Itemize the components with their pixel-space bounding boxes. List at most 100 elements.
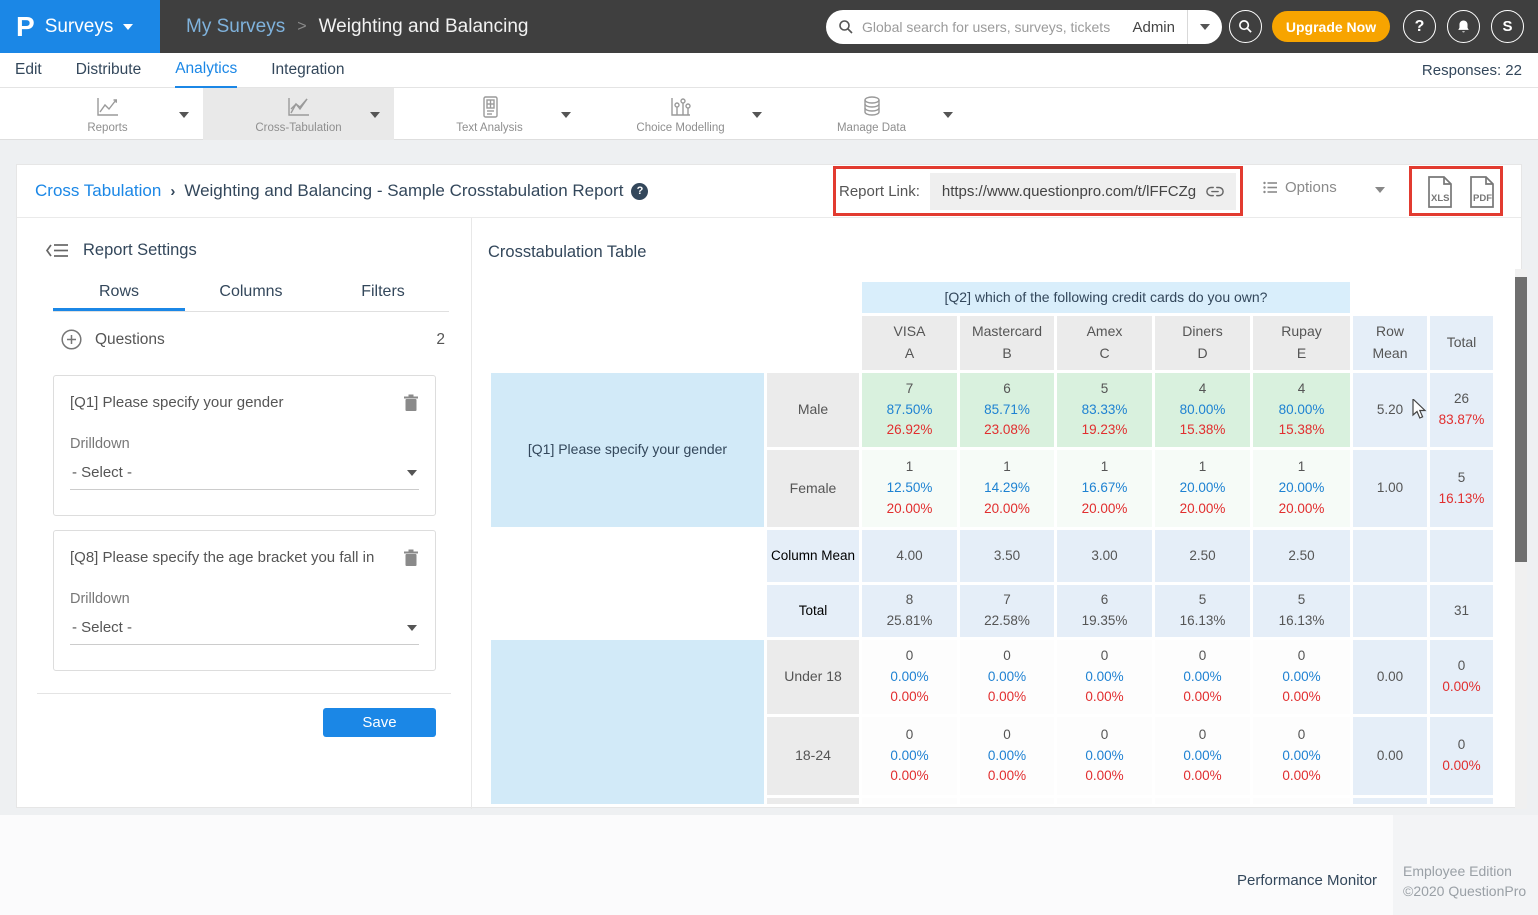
column-header-amex: AmexC — [1057, 316, 1152, 370]
report-link-url[interactable]: https://www.questionpro.com/t/lFFCZg — [942, 183, 1196, 200]
cell-line: 80.00% — [1180, 400, 1226, 421]
data-cell: 116.67%20.00% — [1057, 450, 1152, 527]
options-menu[interactable]: Options — [1263, 179, 1337, 196]
cell-line: E — [1297, 343, 1306, 365]
cell-line: 0.00% — [988, 746, 1026, 767]
breadcrumb-my-surveys[interactable]: My Surveys — [186, 16, 285, 38]
cell-line: 4 — [1199, 379, 1207, 400]
search-placeholder[interactable]: Global search for users, surveys, ticket… — [862, 19, 1120, 35]
data-cell: 787.50%26.92% — [862, 373, 957, 447]
collapse-panel-icon[interactable] — [45, 242, 69, 259]
chevron-down-icon[interactable] — [1375, 187, 1385, 193]
report-settings-title: Report Settings — [83, 241, 197, 260]
cell-line: 3.50 — [994, 546, 1020, 567]
product-switcher[interactable]: P Surveys — [0, 0, 160, 53]
data-cell: 3.50 — [960, 530, 1054, 582]
cell-line: 7 — [906, 379, 914, 400]
toolbar-label: Manage Data — [837, 122, 906, 134]
cell-line: 0.00% — [988, 687, 1026, 708]
search-icon — [1238, 19, 1253, 34]
chevron-down-icon[interactable] — [943, 112, 953, 118]
cell-line: 19.23% — [1082, 420, 1128, 441]
cell-line: 0 — [1003, 725, 1011, 746]
cell-line: 6 — [1101, 590, 1109, 611]
column-header-rupay: RupayE — [1253, 316, 1350, 370]
cell-line: 83.33% — [1082, 400, 1128, 421]
data-cell: 2.50 — [1155, 530, 1250, 582]
breadcrumb-separator: > — [297, 18, 306, 36]
tab-columns[interactable]: Columns — [185, 281, 317, 311]
total-cell: 2683.87% — [1430, 373, 1493, 447]
row-label: Female — [767, 450, 859, 527]
trash-icon[interactable] — [403, 394, 419, 412]
toolbar-label: Choice Modelling — [636, 122, 724, 134]
export-pdf-button[interactable]: PDF — [1467, 176, 1497, 208]
cell-line: 0.00% — [890, 746, 928, 767]
nav-integration[interactable]: Integration — [271, 54, 344, 87]
cell-line: 16.13% — [1439, 489, 1485, 510]
data-cell: 00.00%0.00% — [1155, 717, 1250, 795]
cell-line: A — [905, 343, 914, 365]
cell-line: 0.00% — [1282, 687, 1320, 708]
data-cell: 00.00%0.00% — [960, 717, 1054, 795]
data-cell: 2.50 — [1253, 530, 1350, 582]
toolbar-reports[interactable]: Reports — [12, 88, 203, 140]
report-settings-header: Report Settings — [45, 241, 197, 260]
tab-filters[interactable]: Filters — [317, 281, 449, 311]
data-cell: 685.71%23.08% — [960, 373, 1054, 447]
upgrade-now-button[interactable]: Upgrade Now — [1272, 11, 1390, 42]
cross-tabulation-breadcrumb-link[interactable]: Cross Tabulation — [35, 181, 161, 201]
breadcrumb-current-survey: Weighting and Balancing — [319, 16, 529, 38]
cell-line: Mean — [1372, 343, 1407, 365]
cell-line: 23.08% — [984, 420, 1030, 441]
help-icon[interactable]: ? — [631, 183, 648, 200]
report-link-field[interactable]: https://www.questionpro.com/t/lFFCZg — [930, 173, 1236, 210]
row-label-cutoff — [767, 798, 859, 804]
edition-panel: Employee Edition ©2020 QuestionPro — [1393, 815, 1538, 915]
add-question-icon[interactable] — [61, 329, 82, 350]
chevron-down-icon[interactable] — [561, 112, 571, 118]
vertical-scrollbar-track[interactable] — [1515, 269, 1527, 809]
global-search[interactable]: Global search for users, surveys, ticket… — [826, 10, 1222, 44]
trash-icon[interactable] — [403, 549, 419, 567]
cell-line: 0.00% — [1442, 677, 1480, 698]
cell-line: 4 — [1298, 379, 1306, 400]
toolbar-text-analysis[interactable]: Text Analysis — [394, 88, 585, 140]
cell-line: 0 — [1003, 646, 1011, 667]
cell-line: 0.00% — [890, 766, 928, 787]
toolbar-cross-tabulation[interactable]: Cross-Tabulation — [203, 88, 394, 140]
row-mean-cell: 5.20 — [1353, 373, 1427, 447]
nav-edit[interactable]: Edit — [15, 54, 42, 87]
row-label: Column Mean — [767, 530, 859, 582]
cell-line: 22.58% — [984, 611, 1030, 632]
cell-line: Diners — [1182, 321, 1222, 343]
pdf-icon-label: PDF — [1473, 193, 1492, 204]
search-scope-admin[interactable]: Admin — [1120, 19, 1187, 36]
nav-distribute[interactable]: Distribute — [76, 54, 141, 87]
data-cell: 00.00%0.00% — [1057, 640, 1152, 714]
toolbar-manage-data[interactable]: Manage Data — [776, 88, 967, 140]
chevron-down-icon — [407, 470, 417, 476]
save-button[interactable]: Save — [323, 708, 436, 737]
cell-line: 20.00% — [1082, 499, 1128, 520]
vertical-scrollbar-thumb[interactable] — [1515, 277, 1527, 562]
toolbar-choice-modelling[interactable]: Choice Modelling — [585, 88, 776, 140]
user-avatar[interactable]: S — [1491, 10, 1524, 43]
tab-rows[interactable]: Rows — [53, 281, 185, 311]
total-cell: 00.00% — [1430, 640, 1493, 714]
drilldown-select-q1[interactable]: - Select - — [70, 454, 419, 490]
search-scope-dropdown[interactable] — [1188, 24, 1222, 30]
chevron-down-icon[interactable] — [752, 112, 762, 118]
nav-analytics[interactable]: Analytics — [175, 53, 237, 88]
performance-monitor-link[interactable]: Performance Monitor — [1237, 872, 1377, 889]
chevron-down-icon[interactable] — [179, 112, 189, 118]
export-xls-button[interactable]: XLS — [1425, 176, 1455, 208]
cell-line: 0 — [1298, 725, 1306, 746]
search-submit-button[interactable] — [1229, 10, 1262, 43]
notifications-button[interactable] — [1447, 10, 1480, 43]
cell-line: 0.00% — [988, 766, 1026, 787]
cell-line: 87.50% — [887, 400, 933, 421]
chevron-down-icon[interactable] — [370, 112, 380, 118]
help-button[interactable]: ? — [1403, 10, 1436, 43]
drilldown-select-q8[interactable]: - Select - — [70, 609, 419, 645]
